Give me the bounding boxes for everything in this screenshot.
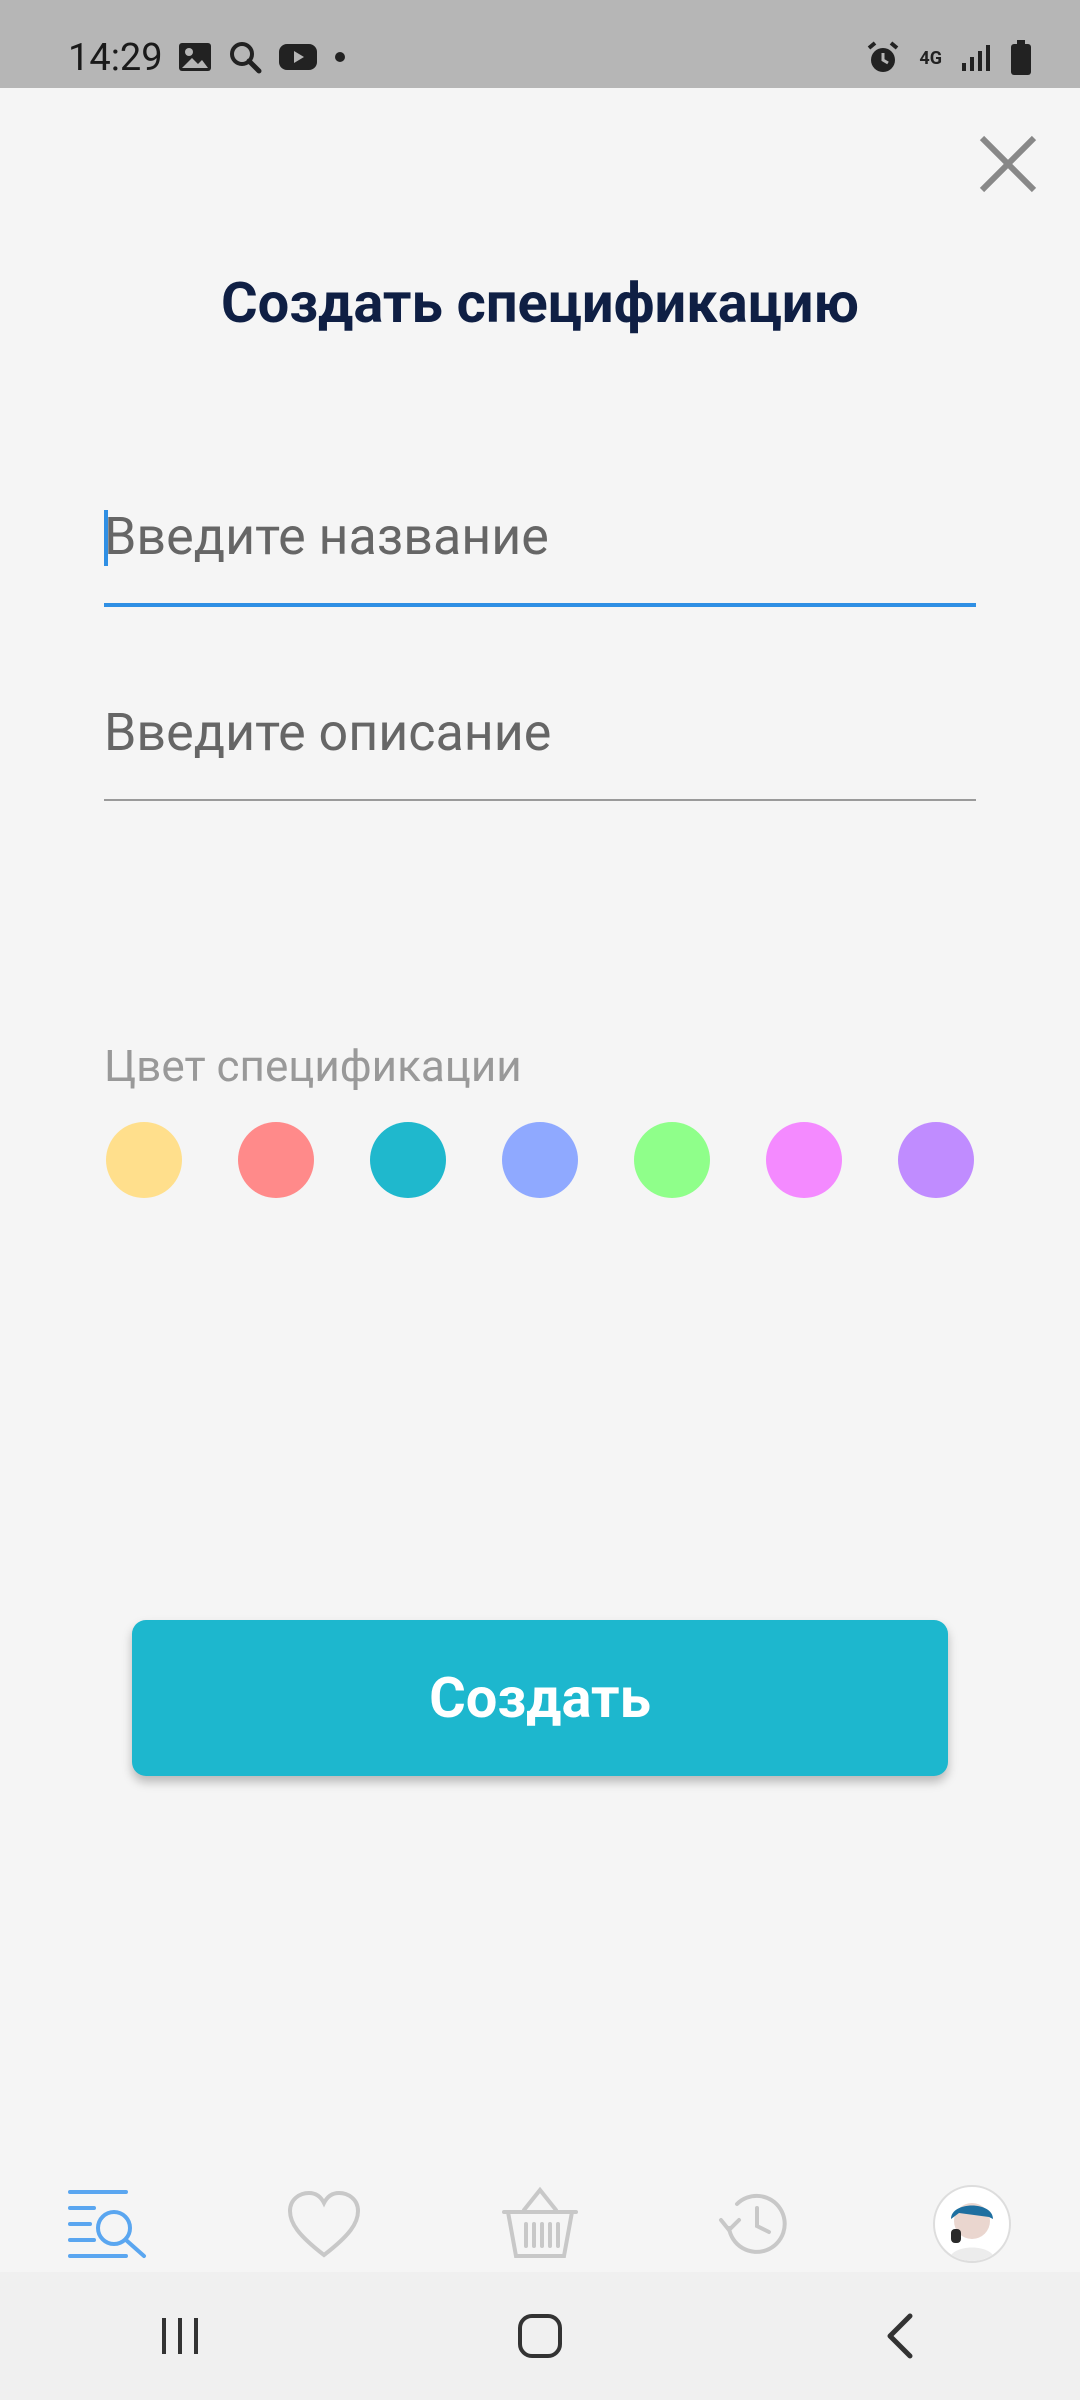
close-icon xyxy=(979,135,1037,193)
color-option-green[interactable] xyxy=(634,1122,710,1198)
color-option-yellow[interactable] xyxy=(106,1122,182,1198)
system-status-icons: 4G xyxy=(865,40,1032,76)
recent-apps-button[interactable] xyxy=(120,2286,240,2386)
alarm-icon xyxy=(868,41,899,72)
name-input[interactable] xyxy=(104,506,976,567)
bottom-nav xyxy=(0,2168,1080,2280)
name-underline xyxy=(104,603,976,607)
description-underline xyxy=(104,799,976,801)
basket-icon xyxy=(502,2186,578,2258)
color-option-teal[interactable] xyxy=(370,1122,446,1198)
description-input[interactable] xyxy=(104,702,976,763)
signal-icon xyxy=(962,45,990,71)
page-title: Создать спецификацию xyxy=(221,270,859,336)
color-label: Цвет спецификации xyxy=(104,1040,522,1092)
color-option-red[interactable] xyxy=(238,1122,314,1198)
heart-icon xyxy=(287,2190,361,2258)
dot-icon xyxy=(335,52,345,62)
status-time: 14:29 xyxy=(68,36,163,80)
close-button[interactable] xyxy=(968,124,1048,204)
color-option-blue[interactable] xyxy=(502,1122,578,1198)
color-option-pink[interactable] xyxy=(766,1122,842,1198)
nav-history[interactable] xyxy=(706,2174,806,2274)
nav-favorites[interactable] xyxy=(274,2174,374,2274)
avatar-image xyxy=(949,2203,995,2261)
description-field[interactable] xyxy=(104,702,976,801)
battery-icon xyxy=(1011,40,1031,75)
network-type-label: 4G xyxy=(919,47,942,69)
text-cursor xyxy=(104,510,108,566)
color-picker xyxy=(106,1122,974,1198)
create-button[interactable]: Создать xyxy=(132,1620,948,1776)
notification-icons xyxy=(178,40,346,74)
name-field[interactable] xyxy=(104,506,976,607)
home-icon xyxy=(518,2314,562,2358)
system-nav-bar xyxy=(0,2272,1080,2400)
color-option-purple[interactable] xyxy=(898,1122,974,1198)
status-bar: 14:29 4G xyxy=(0,0,1080,88)
search-icon xyxy=(230,42,262,74)
avatar xyxy=(933,2185,1011,2263)
recent-apps-icon xyxy=(162,2318,198,2354)
search-list-icon xyxy=(68,2190,146,2258)
history-icon xyxy=(719,2193,787,2254)
back-button[interactable] xyxy=(840,2286,960,2386)
nav-profile[interactable] xyxy=(922,2174,1022,2274)
nav-basket[interactable] xyxy=(490,2174,590,2274)
nav-specifications[interactable] xyxy=(58,2174,158,2274)
gallery-icon xyxy=(179,43,211,71)
back-icon xyxy=(887,2313,913,2359)
home-button[interactable] xyxy=(480,2286,600,2386)
youtube-icon xyxy=(279,44,317,70)
